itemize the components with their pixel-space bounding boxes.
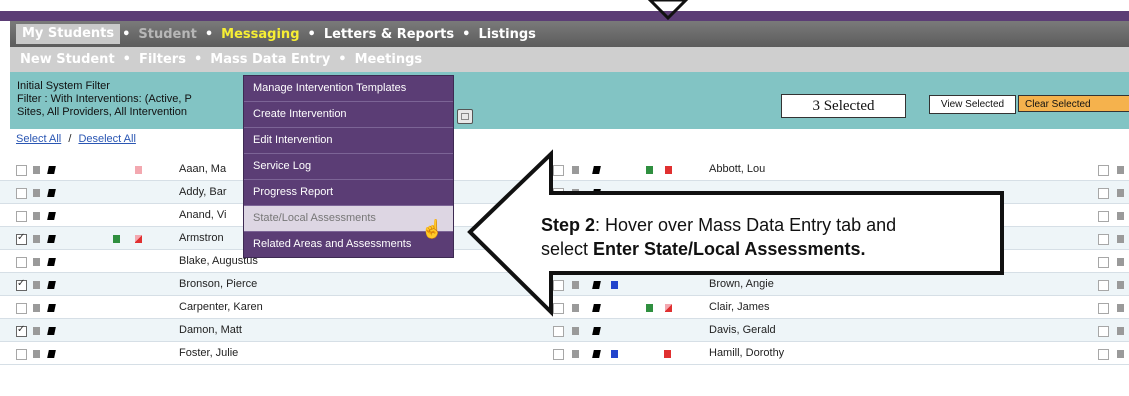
top-arrow-hint	[647, 0, 689, 21]
callout-step: Step 2	[541, 215, 596, 235]
callout-text-bold: Enter State/Local Assessments.	[593, 239, 866, 259]
callout-arrow	[467, 0, 1004, 317]
callout-text-a: : Hover over Mass Data Entry tab and	[595, 215, 897, 235]
callout-text: Step 2: Hover over Mass Data Entry tab a…	[541, 213, 991, 261]
callout-text-b: select	[541, 239, 594, 259]
